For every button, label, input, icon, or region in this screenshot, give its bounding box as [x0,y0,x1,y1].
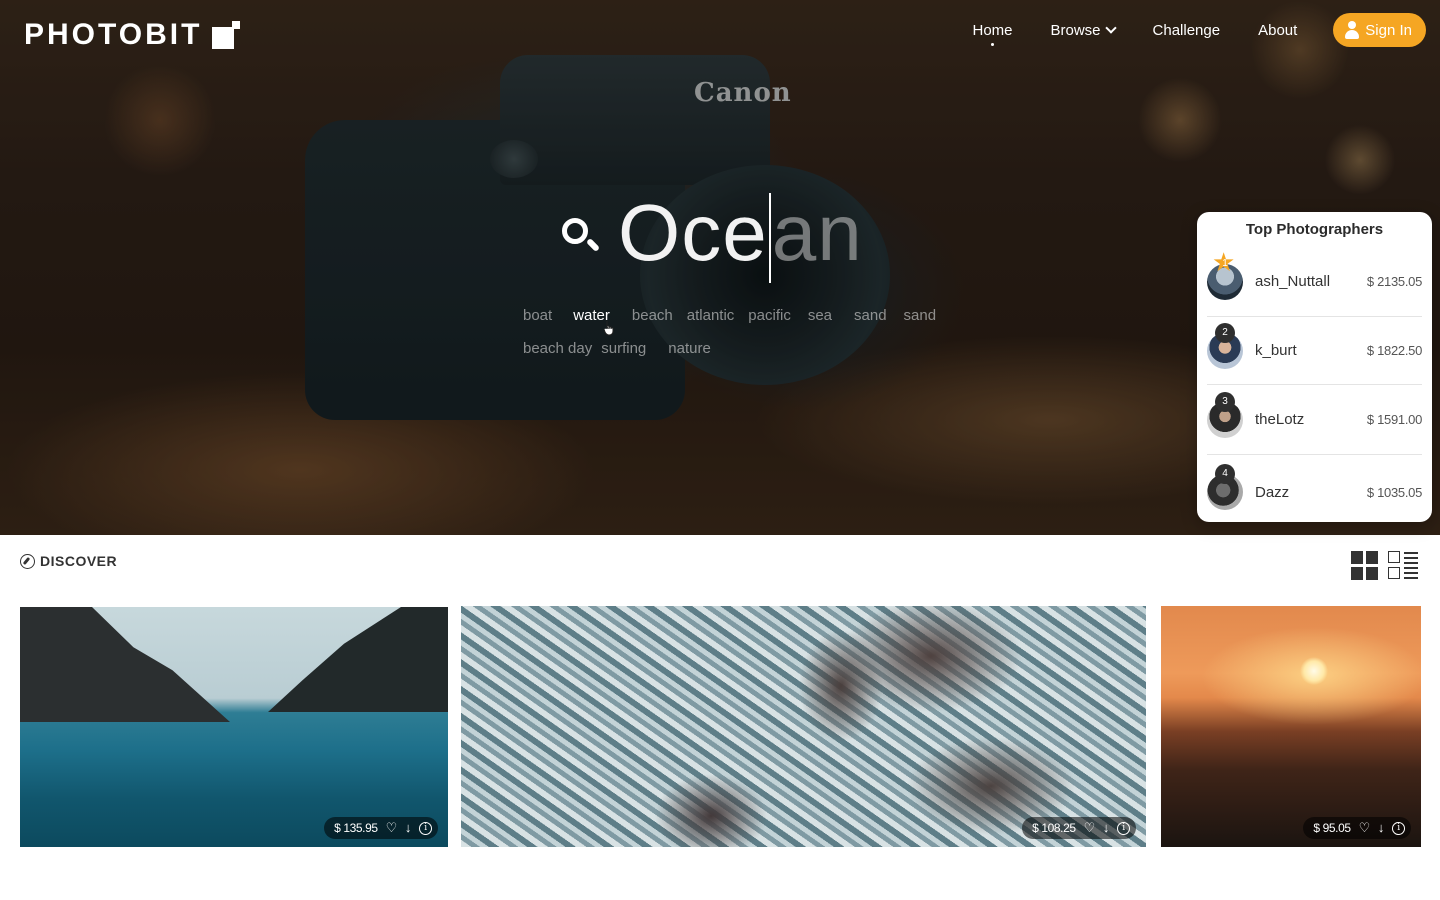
photo-price: $ 108.25 [1032,821,1076,835]
photo-actions: $ 108.25 ♡ ↓ i [1022,817,1136,839]
heart-icon[interactable]: ♡ [1359,821,1371,835]
nav-about-label: About [1258,21,1298,39]
chevron-down-icon [1104,22,1117,34]
download-icon[interactable]: ↓ [1103,821,1110,835]
compass-icon [20,553,35,569]
suggestion-nature[interactable]: nature [668,337,711,360]
photo-cliff-left [20,607,230,722]
avatar: 3 [1207,391,1243,438]
suggestion-sea[interactable]: sea [808,304,832,327]
nav-home[interactable]: Home [972,12,1013,48]
photobit-logo-icon [212,21,241,49]
suggestion-beach-day[interactable]: beach day [523,337,592,360]
avatar: 1 [1207,249,1243,300]
sign-in-label: Sign In [1365,21,1412,39]
list-view-icon[interactable] [1388,551,1418,580]
suggestion-boat[interactable]: boat [523,304,552,327]
photo-actions: $ 95.05 ♡ ↓ i [1303,817,1411,839]
photographer-row[interactable]: 4 Dazz $ 1035.05 [1207,455,1422,529]
info-icon[interactable]: i [1392,821,1405,835]
photographer-row[interactable]: 1 ash_Nuttall $ 2135.05 [1207,247,1422,317]
download-icon[interactable]: ↓ [405,821,412,835]
search-icon[interactable] [560,216,601,256]
rank-badge: 3 [1215,391,1235,412]
photo-price: $ 135.95 [334,821,378,835]
discover-label: DISCOVER [40,553,118,569]
photographer-name: ash_Nuttall [1255,273,1331,290]
grid-view-icon[interactable] [1351,551,1379,580]
nav-challenge[interactable]: Challenge [1153,12,1221,48]
heart-icon[interactable]: ♡ [386,821,398,835]
nav-browse[interactable]: Browse [1050,12,1117,48]
nav-browse-label: Browse [1050,21,1101,39]
photo-card[interactable]: $ 108.25 ♡ ↓ i [461,606,1146,847]
photo-cliff-right [268,607,448,712]
photographer-earnings: $ 1591.00 [1366,412,1422,427]
main-nav: Home Browse Challenge About Sign In [972,12,1426,48]
photographer-name: Dazz [1255,483,1290,501]
suggestion-atlantic[interactable]: atlantic [687,304,735,327]
photographer-earnings: $ 1822.50 [1366,343,1422,358]
suggestion-sand-2[interactable]: sand [904,304,937,327]
photographer-name: k_burt [1255,342,1297,359]
download-icon[interactable]: ↓ [1378,821,1385,835]
search-typed-text: Oce [618,187,768,277]
heart-icon[interactable]: ♡ [1084,821,1096,835]
search-autocomplete-text: an [771,187,863,277]
text-caret [768,193,771,284]
search-input[interactable]: Ocean [618,185,863,284]
hand-pointer-icon [603,321,614,336]
photo-actions: $ 135.95 ♡ ↓ i [324,817,438,839]
rank-badge: 2 [1215,322,1235,343]
photographer-earnings: $ 2135.05 [1366,274,1422,289]
avatar: 4 [1207,464,1243,510]
avatar: 2 [1207,322,1243,369]
nav-home-label: Home [972,21,1013,39]
discover-header: DISCOVER [20,553,117,569]
suggestion-sand[interactable]: sand [854,304,887,327]
info-icon[interactable]: i [1117,821,1130,835]
photographer-name: theLotz [1255,411,1305,428]
photo-card[interactable]: $ 135.95 ♡ ↓ i [20,607,448,847]
suggestion-beach[interactable]: beach [632,304,673,327]
hero-search: Ocean [560,185,863,284]
photo-card[interactable]: $ 95.05 ♡ ↓ i [1161,606,1421,847]
rank-badge: 1 [1212,249,1235,275]
photographer-earnings: $ 1035.05 [1366,484,1422,500]
sign-in-button[interactable]: Sign In [1333,13,1426,47]
top-photographers-title: Top Photographers [1245,221,1384,238]
suggestion-surfing[interactable]: surfing [601,337,646,360]
view-toggle [1351,551,1418,580]
suggestion-pacific[interactable]: pacific [748,304,791,327]
search-suggestions: boat water beach atlantic pacific sea sa… [523,304,963,360]
nav-challenge-label: Challenge [1152,21,1221,39]
top-photographers-panel: Top Photographers 1 ash_Nuttall $ 2135.0… [1197,212,1432,522]
logo[interactable]: PHOTOBIT [24,18,241,52]
nav-about[interactable]: About [1258,12,1297,48]
photo-price: $ 95.05 [1313,821,1351,835]
rank-badge: 4 [1215,464,1235,484]
photographer-row[interactable]: 3 theLotz $ 1591.00 [1207,385,1422,455]
info-icon[interactable]: i [419,821,432,835]
user-icon [1345,21,1360,39]
logo-text: PHOTOBIT [24,18,203,51]
photographer-row[interactable]: 2 k_burt $ 1822.50 [1207,317,1422,385]
